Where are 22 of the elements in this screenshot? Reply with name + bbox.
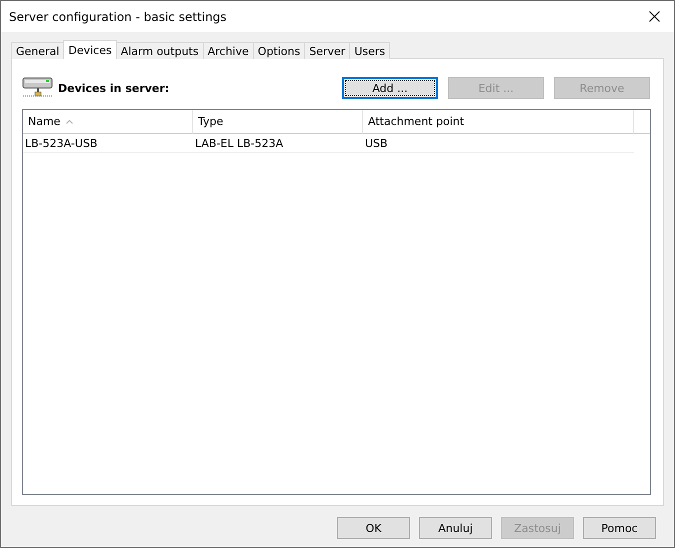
tab[interactable]: Users <box>349 42 390 59</box>
section-title: Devices in server: <box>58 82 170 94</box>
table-cell-text: USB <box>364 136 389 152</box>
tab[interactable]: General <box>11 42 64 59</box>
tab[interactable]: Archive <box>202 42 254 59</box>
table-row[interactable]: LB-523A-USB LAB-EL LB-523A USB <box>23 134 634 153</box>
column-header[interactable]: Type <box>193 110 363 134</box>
dialog-button[interactable]: Anuluj <box>419 517 492 539</box>
column-header[interactable]: Name <box>23 110 193 134</box>
tab[interactable]: Options <box>252 42 306 59</box>
tab[interactable]: Server <box>304 42 350 59</box>
action-button[interactable]: Add ... <box>342 77 438 99</box>
dialog-button[interactable]: OK <box>337 517 410 539</box>
close-icon <box>648 11 660 22</box>
tab[interactable]: Devices <box>63 40 117 59</box>
table-cell-text: LAB-EL LB-523A <box>194 136 284 152</box>
tab[interactable]: Alarm outputs <box>116 42 204 59</box>
window-title: Server configuration - basic settings <box>9 10 227 24</box>
dialog-button[interactable]: Pomoc <box>583 517 656 539</box>
column-header[interactable]: Attachment point <box>363 110 634 134</box>
server-icon <box>22 77 54 99</box>
table-cell-text: LB-523A-USB <box>24 136 98 152</box>
